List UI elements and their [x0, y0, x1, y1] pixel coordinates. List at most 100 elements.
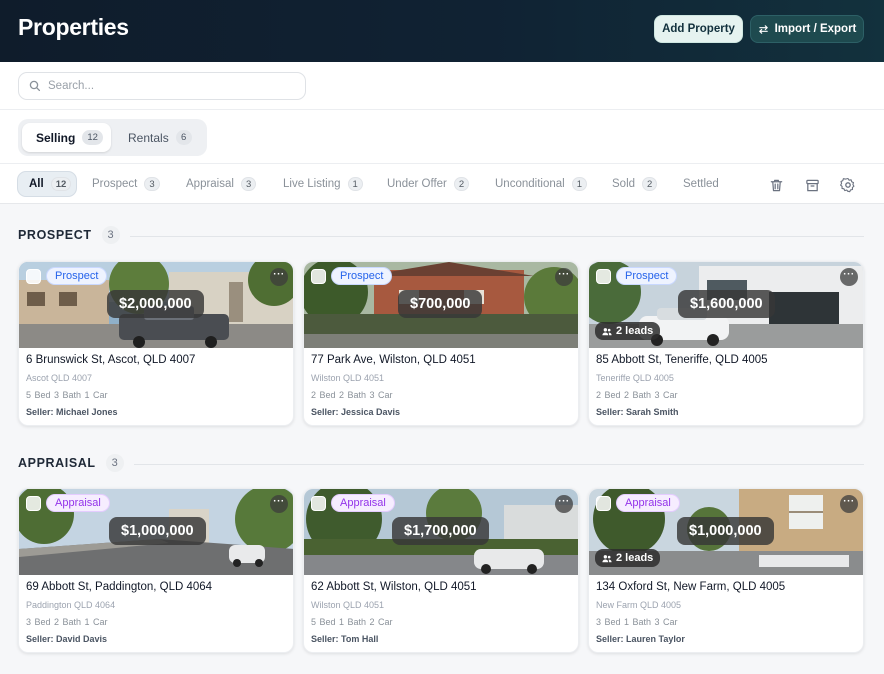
section-divider — [134, 464, 864, 465]
property-card[interactable]: Prospect ··· $1,600,000 2 leads 85 Abbot… — [588, 261, 864, 426]
select-checkbox[interactable] — [596, 269, 611, 284]
filter-count: 1 — [571, 177, 587, 191]
seller-name: Seller: Lauren Taylor — [596, 634, 685, 644]
property-card[interactable]: Appraisal ··· $1,700,000 62 Abbott St, W… — [303, 488, 579, 653]
property-address: 77 Park Ave, Wilston, QLD 4051 — [311, 354, 476, 366]
stage-badge: Appraisal — [331, 494, 395, 512]
more-options-button[interactable]: ··· — [840, 268, 858, 286]
top-header: Properties Add Property Import / Export — [0, 0, 884, 62]
filter-label: Live Listing — [283, 178, 341, 190]
property-specs: 5 Bed 1 Bath 2 Car — [311, 617, 393, 627]
property-suburb: Ascot QLD 4007 — [26, 373, 93, 383]
filter-all[interactable]: All 12 — [17, 171, 77, 197]
more-options-button[interactable]: ··· — [270, 495, 288, 513]
trash-icon[interactable] — [767, 176, 785, 194]
filter-under-offer[interactable]: Under Offer 2 — [387, 171, 470, 197]
select-checkbox[interactable] — [311, 269, 326, 284]
stage-badge: Appraisal — [616, 494, 680, 512]
property-suburb: New Farm QLD 4005 — [596, 600, 682, 610]
select-checkbox[interactable] — [311, 496, 326, 511]
tab-selling[interactable]: Selling 12 — [22, 123, 111, 152]
property-card[interactable]: Prospect ··· $2,000,000 6 Brunswick St, … — [18, 261, 294, 426]
filter-label: Unconditional — [495, 178, 565, 190]
property-specs: 2 Bed 2 Bath 3 Car — [311, 390, 393, 400]
filter-count: 3 — [144, 177, 160, 191]
more-options-button[interactable]: ··· — [840, 495, 858, 513]
leads-badge: 2 leads — [595, 549, 661, 567]
property-specs: 2 Bed 2 Bath 3 Car — [596, 390, 678, 400]
price-tag: $1,700,000 — [392, 517, 489, 545]
property-address: 6 Brunswick St, Ascot, QLD 4007 — [26, 354, 196, 366]
listing-type-toggle: Selling 12 Rentals 6 — [18, 119, 207, 156]
filter-count: 2 — [453, 177, 470, 191]
tab-selling-count: 12 — [82, 130, 103, 145]
stage-badge: Prospect — [616, 267, 678, 285]
import-export-button[interactable]: Import / Export — [750, 15, 864, 43]
property-card[interactable]: Appraisal ··· $1,000,000 2 leads 134 Oxf… — [588, 488, 864, 653]
filter-count: 12 — [50, 177, 72, 191]
filter-label: Sold — [612, 178, 636, 190]
filter-label: Appraisal — [186, 178, 234, 190]
filter-label: Prospect — [92, 178, 138, 190]
tab-rentals-label: Rentals — [128, 130, 169, 145]
select-checkbox[interactable] — [26, 496, 41, 511]
seller-name: Seller: Sarah Smith — [596, 407, 679, 417]
section-divider — [130, 236, 864, 237]
tab-rentals[interactable]: Rentals 6 — [128, 123, 204, 152]
price-tag: $700,000 — [398, 290, 483, 318]
more-options-button[interactable]: ··· — [270, 268, 288, 286]
seller-name: Seller: David Davis — [26, 634, 108, 644]
leads-badge: 2 leads — [595, 322, 661, 340]
property-suburb: Wilston QLD 4051 — [311, 600, 385, 610]
add-property-label: Add Property — [662, 23, 735, 35]
seller-name: Seller: Jessica Davis — [311, 407, 401, 417]
tab-rentals-count: 6 — [175, 130, 192, 145]
property-suburb: Wilston QLD 4051 — [311, 373, 385, 383]
filter-appraisal[interactable]: Appraisal 3 — [186, 171, 257, 197]
filter-sold[interactable]: Sold 2 — [612, 171, 658, 197]
price-tag: $1,000,000 — [109, 517, 206, 545]
select-checkbox[interactable] — [26, 269, 41, 284]
settings-icon[interactable] — [839, 176, 857, 194]
property-card[interactable]: Prospect ··· $700,000 77 Park Ave, Wilst… — [303, 261, 579, 426]
property-specs: 3 Bed 2 Bath 1 Car — [26, 617, 108, 627]
filter-label: Under Offer — [387, 178, 447, 190]
property-card[interactable]: Appraisal ··· $1,000,000 69 Abbott St, P… — [18, 488, 294, 653]
archive-icon[interactable] — [803, 176, 821, 194]
section-header-prospect: PROSPECT 3 — [18, 226, 120, 244]
section-count: 3 — [101, 226, 120, 244]
seller-name: Seller: Tom Hall — [311, 634, 379, 644]
property-address: 69 Abbott St, Paddington, QLD 4064 — [26, 581, 213, 593]
select-checkbox[interactable] — [596, 496, 611, 511]
import-export-label: Import / Export — [774, 23, 857, 35]
seller-name: Seller: Michael Jones — [26, 407, 118, 417]
leads-count: 2 leads — [616, 552, 654, 564]
filter-settled[interactable]: Settled — [683, 171, 719, 197]
filter-unconditional[interactable]: Unconditional 1 — [495, 171, 587, 197]
more-options-button[interactable]: ··· — [555, 268, 573, 286]
people-icon — [602, 327, 612, 335]
more-options-button[interactable]: ··· — [555, 495, 573, 513]
search-bar — [0, 62, 884, 110]
search-icon — [29, 80, 41, 92]
property-suburb: Teneriffe QLD 4005 — [596, 373, 674, 383]
search-box — [18, 72, 306, 100]
swap-arrows-icon — [758, 24, 768, 34]
price-tag: $2,000,000 — [107, 290, 204, 318]
stage-badge: Prospect — [331, 267, 393, 285]
property-specs: 5 Bed 3 Bath 1 Car — [26, 390, 108, 400]
tab-selling-label: Selling — [36, 130, 76, 145]
status-filter-bar: All 12 Prospect 3 Appraisal 3 Live Listing 1… — [0, 164, 884, 204]
filter-label: Settled — [683, 178, 719, 190]
page-title: Properties — [18, 14, 129, 40]
filter-count: 2 — [642, 177, 658, 191]
property-suburb: Paddington QLD 4064 — [26, 600, 116, 610]
price-tag: $1,600,000 — [678, 290, 775, 318]
add-property-button[interactable]: Add Property — [654, 15, 743, 43]
filter-live-listing[interactable]: Live Listing 1 — [283, 171, 363, 197]
people-icon — [602, 554, 612, 562]
filter-prospect[interactable]: Prospect 3 — [92, 171, 160, 197]
search-input[interactable] — [48, 80, 278, 92]
listing-type-bar: Selling 12 Rentals 6 — [0, 110, 884, 164]
property-specs: 3 Bed 1 Bath 3 Car — [596, 617, 678, 627]
